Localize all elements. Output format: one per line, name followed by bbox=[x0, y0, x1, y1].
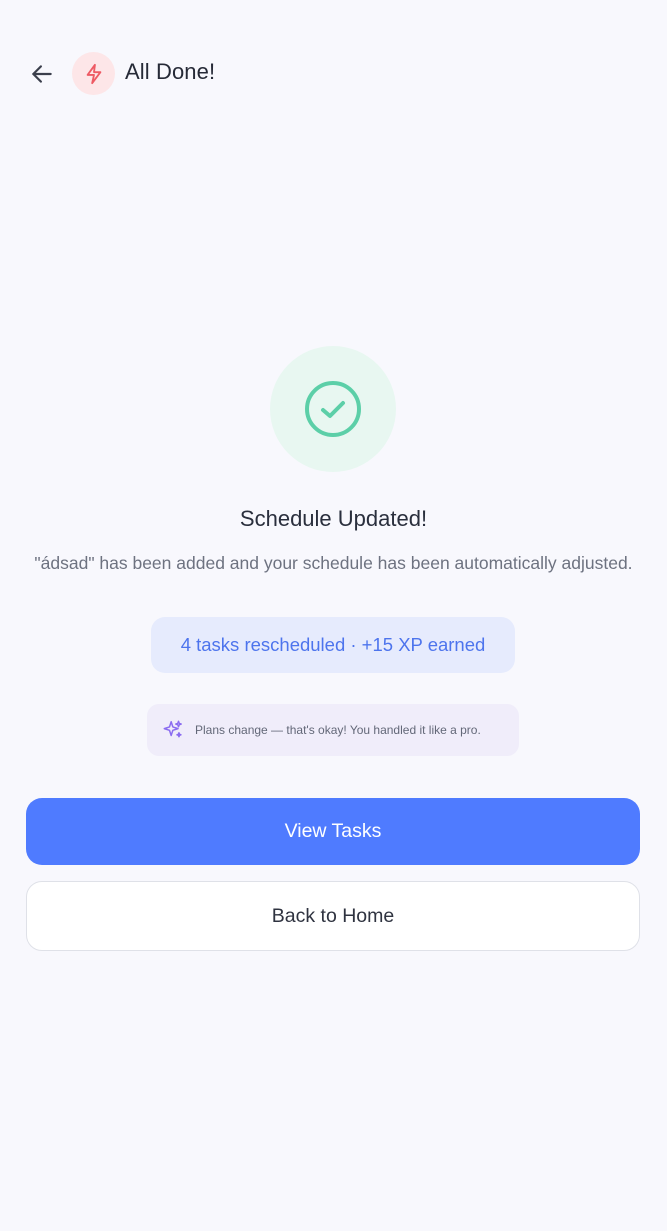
tip-text: Plans change — that's okay! You handled … bbox=[195, 723, 481, 737]
header-badge bbox=[72, 52, 115, 95]
completion-screen: All Done! Schedule Updated! "ádsad" has … bbox=[0, 0, 667, 1231]
success-badge bbox=[270, 346, 396, 472]
page-title: All Done! bbox=[125, 59, 216, 84]
view-tasks-button[interactable]: View Tasks bbox=[26, 798, 640, 865]
stats-badge: 4 tasks rescheduled · +15 XP earned bbox=[151, 617, 515, 673]
back-button[interactable] bbox=[22, 54, 62, 94]
lightning-bolt-icon bbox=[86, 63, 101, 84]
back-to-home-button[interactable]: Back to Home bbox=[26, 881, 640, 951]
encouragement-tip: Plans change — that's okay! You handled … bbox=[147, 704, 519, 756]
header: All Done! bbox=[0, 44, 667, 102]
sparkles-icon bbox=[161, 718, 185, 742]
arrow-left-icon bbox=[32, 65, 52, 83]
description: "ádsad" has been added and your schedule… bbox=[34, 553, 633, 573]
headline: Schedule Updated! bbox=[239, 506, 428, 531]
check-circle-icon bbox=[305, 381, 361, 437]
